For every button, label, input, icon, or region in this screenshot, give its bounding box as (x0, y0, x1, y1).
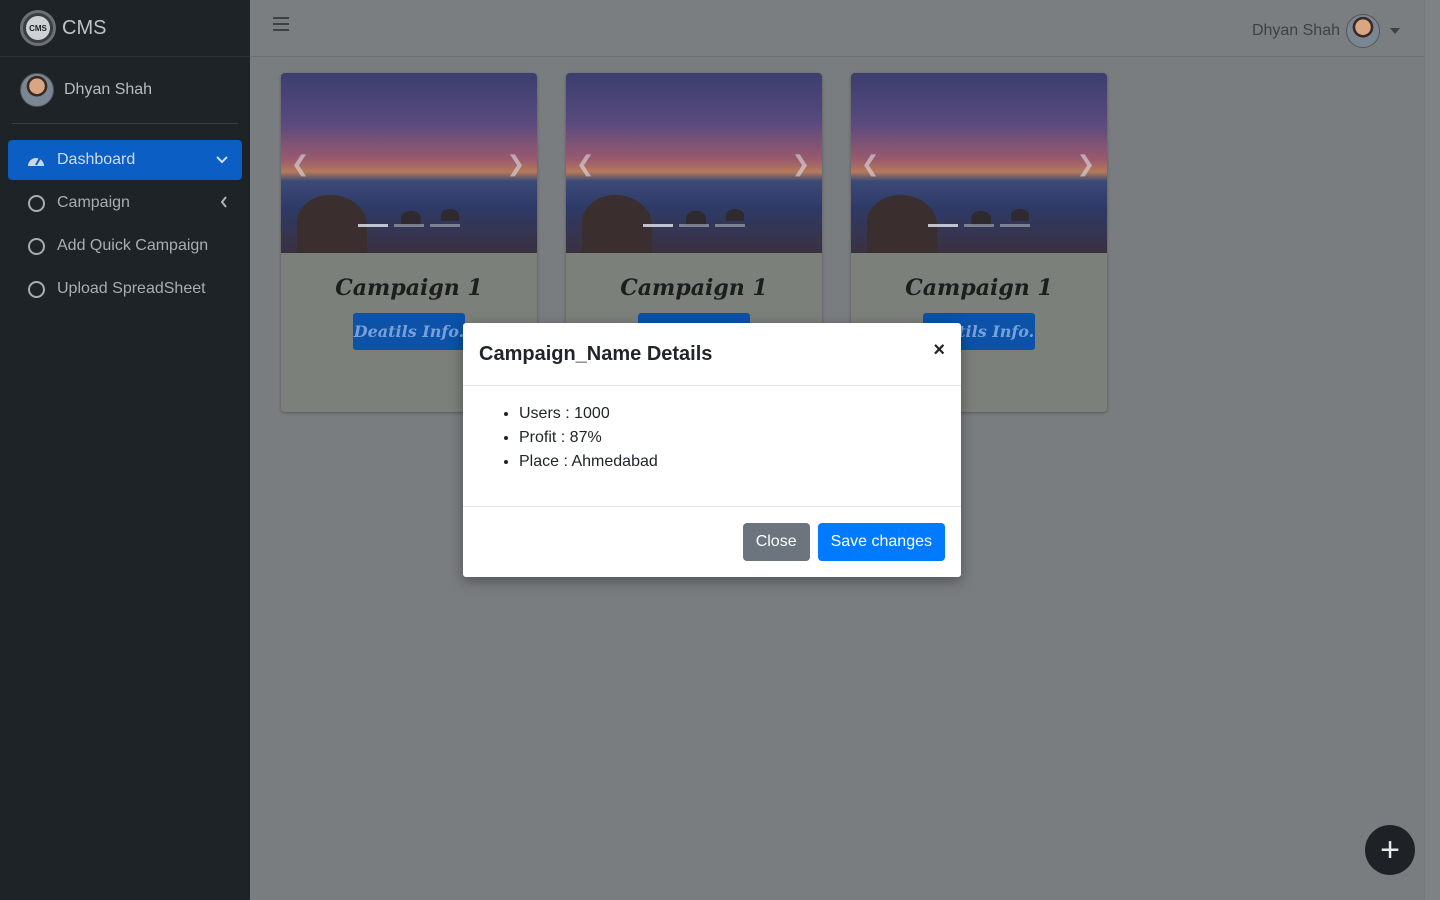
avatar (20, 73, 54, 107)
circle-icon (26, 236, 46, 256)
carousel-next-icon[interactable]: ❯ (1077, 151, 1095, 177)
carousel-prev-icon[interactable]: ❮ (861, 151, 879, 177)
caret-down-icon (1390, 28, 1400, 34)
circle-icon (26, 193, 46, 213)
carousel-indicators[interactable] (358, 224, 466, 227)
chevron-down-icon (216, 153, 228, 167)
carousel-prev-icon[interactable]: ❮ (291, 151, 309, 177)
sidebar: CMS CMS Dhyan Shah Dashboard Campaign Ad… (0, 0, 250, 900)
add-fab-button[interactable]: + (1365, 825, 1415, 875)
brand-link[interactable]: CMS CMS (0, 0, 250, 57)
modal-body: Users : 1000 Profit : 87% Place : Ahmeda… (463, 386, 961, 507)
card-title: Campaign 1 (335, 275, 483, 301)
close-button[interactable]: Close (742, 523, 810, 561)
sidebar-item-dashboard[interactable]: Dashboard (8, 140, 242, 180)
top-navbar: Dhyan Shah (250, 0, 1424, 57)
circle-icon (26, 279, 46, 299)
sidebar-item-label: Add Quick Campaign (57, 237, 209, 254)
sidebar-item-upload-spreadsheet[interactable]: Upload SpreadSheet (8, 269, 242, 309)
carousel-next-icon[interactable]: ❯ (507, 151, 525, 177)
carousel: ❮ ❯ (281, 73, 537, 253)
carousel-prev-icon[interactable]: ❮ (576, 151, 594, 177)
list-item: Profit : 87% (519, 426, 945, 450)
card-title: Campaign 1 (905, 275, 1053, 301)
dashboard-icon (26, 150, 46, 170)
menu-toggle-icon[interactable] (273, 17, 289, 35)
carousel: ❮ ❯ (851, 73, 1107, 253)
user-panel[interactable]: Dhyan Shah (12, 57, 238, 124)
sidebar-item-label: Dashboard (57, 151, 136, 168)
campaign-details-modal: Campaign_Name Details × Users : 1000 Pro… (463, 323, 961, 577)
close-icon[interactable]: × (933, 339, 945, 362)
user-menu-dropdown[interactable]: Dhyan Shah (1252, 14, 1400, 48)
brand-logo: CMS (20, 10, 56, 46)
details-info-button[interactable]: Deatils Info. (353, 313, 465, 350)
avatar (1346, 14, 1380, 48)
details-list: Users : 1000 Profit : 87% Place : Ahmeda… (519, 402, 945, 474)
list-item: Place : Ahmedabad (519, 450, 945, 474)
sidebar-item-add-quick-campaign[interactable]: Add Quick Campaign (8, 226, 242, 266)
sidebar-user-name: Dhyan Shah (64, 81, 153, 98)
modal-header: Campaign_Name Details × (463, 323, 961, 386)
modal-title: Campaign_Name Details (479, 342, 713, 365)
carousel: ❮ ❯ (566, 73, 822, 253)
plus-icon: + (1380, 831, 1400, 869)
modal-footer: Close Save changes (463, 507, 961, 577)
brand-name: CMS (62, 16, 107, 39)
carousel-indicators[interactable] (928, 224, 1036, 227)
sidebar-item-label: Upload SpreadSheet (57, 280, 206, 297)
carousel-next-icon[interactable]: ❯ (792, 151, 810, 177)
scrollbar[interactable] (1424, 0, 1440, 900)
chevron-left-icon (220, 195, 228, 211)
header-user-name: Dhyan Shah (1251, 22, 1340, 39)
sidebar-item-campaign[interactable]: Campaign (8, 183, 242, 223)
sidebar-nav: Dashboard Campaign Add Quick Campaign Up… (0, 140, 250, 309)
card-title: Campaign 1 (620, 275, 768, 301)
save-changes-button[interactable]: Save changes (817, 523, 945, 561)
list-item: Users : 1000 (519, 402, 945, 426)
sidebar-item-label: Campaign (57, 194, 130, 211)
carousel-indicators[interactable] (643, 224, 751, 227)
